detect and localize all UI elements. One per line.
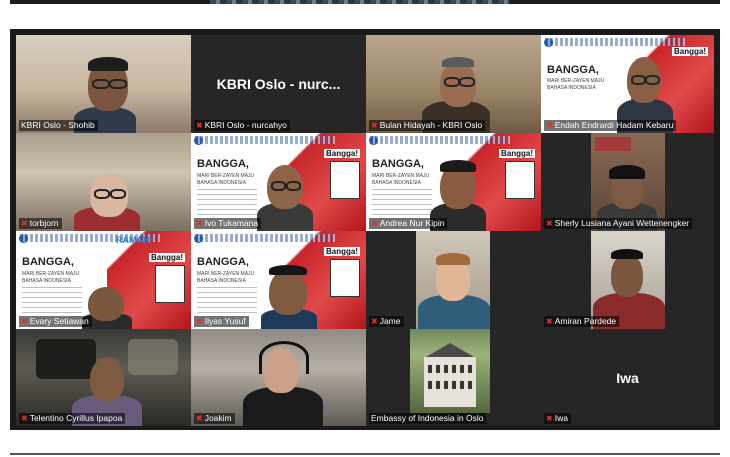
- video-tile-bulan[interactable]: ✖ Bulan Hidayah - KBRI Oslo: [366, 35, 541, 133]
- participant-name-label: ✖ Evary Setiawan: [19, 316, 92, 327]
- mic-muted-icon: ✖: [196, 120, 203, 130]
- video-tile-iwa[interactable]: Iwa ✖ Iwa: [541, 329, 714, 426]
- participant-name-label: KBRI Oslo - Shohib: [19, 120, 98, 131]
- mic-muted-icon: ✖: [21, 218, 28, 228]
- zoom-gallery-view: KBRI Oslo - Shohib KBRI Oslo - nurc... ✖…: [10, 29, 720, 430]
- video-tile-andrea[interactable]: BANGGA, MARI BER-ZAYEN MAJU BAHASA INDON…: [366, 133, 541, 231]
- mic-muted-icon: ✖: [371, 316, 378, 326]
- participant-name-label: ✖ Iwa: [544, 413, 571, 424]
- video-tile-nurcahyo[interactable]: KBRI Oslo - nurc... ✖ KBRI Oslo - nurcah…: [191, 35, 366, 133]
- mic-muted-icon: ✖: [196, 413, 203, 423]
- participant-name-label: ✖ Andrea Nur Kipin: [369, 218, 448, 229]
- participant-name-label: ✖ Jame: [369, 316, 404, 327]
- participant-name-label: ✖ Bulan Hidayah - KBRI Oslo: [369, 120, 486, 131]
- participant-name-label: ✖ Ivo Tukamana: [194, 218, 262, 229]
- mic-muted-icon: ✖: [546, 218, 553, 228]
- participant-name-label: ✖ KBRI Oslo - nurcahyo: [194, 120, 290, 131]
- video-tile-torbjorn[interactable]: ✖ torbjorn: [16, 133, 191, 231]
- mic-muted-icon: ✖: [196, 316, 203, 326]
- mic-muted-icon: ✖: [196, 218, 203, 228]
- participant-name-label: ✖ Joakim: [194, 413, 235, 424]
- participant-name-label: ✖ Telentino Cyrillus Ipapoa: [19, 413, 126, 424]
- mic-muted-icon: ✖: [546, 316, 553, 326]
- mic-muted-icon: ✖: [371, 218, 378, 228]
- participant-name-label: Embassy of Indonesia in Oslo: [369, 413, 487, 424]
- mic-muted-icon: ✖: [21, 316, 28, 326]
- participant-name-label: ✖ Sherly Lusiana Ayani Wettenengker: [544, 218, 693, 229]
- mic-muted-icon: ✖: [546, 120, 553, 130]
- participant-name-label: ✖ torbjorn: [19, 218, 62, 229]
- video-tile-shohib[interactable]: KBRI Oslo - Shohib: [16, 35, 191, 133]
- video-tile-joakim[interactable]: ✖ Joakim: [191, 329, 366, 426]
- participant-name-label: ✖ Ilyas Yusuf: [194, 316, 249, 327]
- video-tile-telentino[interactable]: ✖ Telentino Cyrillus Ipapoa: [16, 329, 191, 426]
- video-tile-endah[interactable]: BANGGA, MARI BER-ZAYEN MAJU BAHASA INDON…: [541, 35, 714, 133]
- video-tile-amiran[interactable]: ✖ Amiran Pardede: [541, 231, 714, 329]
- mic-muted-icon: ✖: [546, 413, 553, 423]
- participant-name-label: ✖ Endah Endrardi Hadam Kebaru: [544, 120, 677, 131]
- video-tile-evary[interactable]: RAMAH BANGGA, MARI BER-ZAYEN MAJU BAHASA…: [16, 231, 191, 329]
- previous-page-strip: [10, 0, 720, 4]
- video-tile-ilyas[interactable]: BANGGA, MARI BER-ZAYEN MAJU BAHASA INDON…: [191, 231, 366, 329]
- participant-name-label: ✖ Amiran Pardede: [544, 316, 620, 327]
- video-tile-embassy[interactable]: Embassy of Indonesia in Oslo: [366, 329, 541, 426]
- video-tile-sherly[interactable]: ✖ Sherly Lusiana Ayani Wettenengker: [541, 133, 714, 231]
- participant-display-name: KBRI Oslo - nurc...: [216, 76, 341, 92]
- video-tile-jame[interactable]: ✖ Jame: [366, 231, 541, 329]
- page-divider: [10, 453, 720, 455]
- video-tile-ivo[interactable]: BANGGA, MARI BER-ZAYEN MAJU BAHASA INDON…: [191, 133, 366, 231]
- participant-display-name: Iwa: [616, 369, 639, 386]
- mic-muted-icon: ✖: [21, 413, 28, 423]
- mic-muted-icon: ✖: [371, 120, 378, 130]
